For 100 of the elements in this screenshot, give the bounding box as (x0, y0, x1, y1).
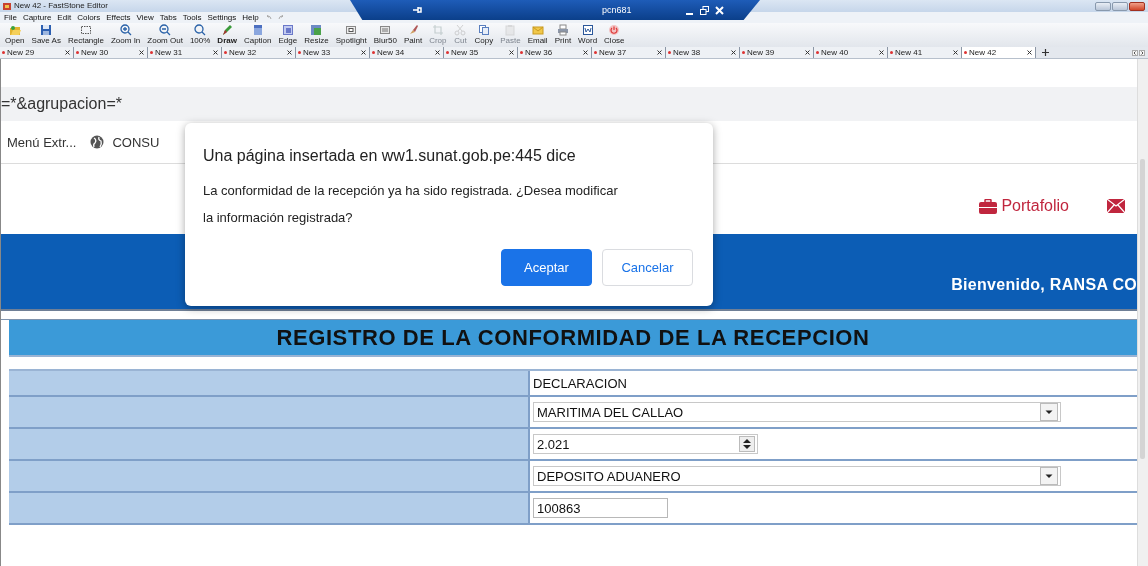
menu-item[interactable]: Effects (106, 12, 131, 23)
menu-item[interactable]: Tools (182, 12, 202, 23)
toolbar-button[interactable]: Zoom Out (145, 23, 185, 46)
briefcase-icon (979, 198, 998, 214)
toolbar-button[interactable]: Copy (472, 23, 496, 46)
tab[interactable]: New 42 (962, 47, 1036, 58)
modified-dot-icon (2, 51, 5, 54)
dialog-title: Una página insertada en ww1.sunat.gob.pe:445 dice (203, 147, 577, 165)
toolbar-button[interactable]: Word (576, 23, 600, 46)
tab[interactable]: New 29 (0, 47, 74, 58)
close-icon[interactable] (879, 50, 884, 55)
add-tab-icon[interactable] (1042, 49, 1049, 56)
close-icon[interactable] (953, 50, 958, 55)
menu-item[interactable]: Settings (207, 12, 237, 23)
close-icon[interactable] (509, 50, 514, 55)
modified-dot-icon (742, 51, 745, 54)
close-button[interactable] (1129, 1, 1145, 11)
toolbar-button[interactable]: 100% (187, 23, 213, 46)
window-title: New 42 - FastStone Editor (14, 0, 108, 12)
toolbar-button[interactable]: Open (3, 23, 27, 46)
envelope-icon[interactable] (1107, 199, 1125, 213)
tab[interactable]: New 35 (444, 47, 518, 58)
scrollbar[interactable] (1137, 59, 1148, 566)
spotlight-icon (345, 24, 358, 36)
close-icon[interactable] (583, 50, 588, 55)
modified-dot-icon (298, 51, 301, 54)
menu-item[interactable]: Help (242, 12, 259, 23)
dropdown[interactable]: MARITIMA DEL CALLAO (533, 402, 1061, 422)
toolbar-button[interactable]: Edge (276, 23, 300, 46)
close-icon[interactable] (65, 50, 70, 55)
printer-icon (556, 24, 569, 36)
tab[interactable]: New 34 (370, 47, 444, 58)
clipboard-icon (504, 24, 517, 36)
document-icon (581, 24, 594, 36)
tab[interactable]: New 40 (814, 47, 888, 58)
close-icon[interactable] (139, 50, 144, 55)
portfolio-link[interactable]: Portafolio (979, 197, 1069, 215)
dropdown[interactable]: DEPOSITO ADUANERO (533, 466, 1061, 486)
zoom-out-icon (159, 24, 172, 36)
scroll-right-icon[interactable] (1139, 49, 1145, 56)
pin-icon (412, 6, 422, 14)
tab[interactable]: New 33 (296, 47, 370, 58)
toolbar-button[interactable]: Rectangle (65, 23, 106, 46)
url-text[interactable]: =*&agrupacion=* (1, 95, 122, 113)
toolbar-button[interactable]: Paint (401, 23, 425, 46)
close-icon[interactable] (213, 50, 218, 55)
modified-dot-icon (76, 51, 79, 54)
modified-dot-icon (520, 51, 523, 54)
close-icon[interactable] (287, 50, 292, 55)
tab[interactable]: New 30 (74, 47, 148, 58)
app-icon (3, 2, 11, 10)
toolbar-button[interactable]: Caption (241, 23, 274, 46)
toolbar-button[interactable]: Spotlight (333, 23, 369, 46)
tab[interactable]: New 38 (666, 47, 740, 58)
modified-dot-icon (372, 51, 375, 54)
bookmark[interactable]: CONSU (90, 134, 160, 150)
toolbar-button[interactable]: Draw (215, 23, 239, 46)
folder-icon (8, 24, 21, 36)
dialog-message: La conformidad de la recepción ya ha sido registrada. ¿Desea modificar la información registrada? (203, 182, 619, 227)
menu-item[interactable]: Edit (57, 12, 72, 23)
menu-item[interactable]: File (4, 12, 17, 23)
bookmark[interactable]: Menú Extr... (7, 134, 77, 150)
close-icon[interactable] (657, 50, 662, 55)
menu-item[interactable]: Tabs (159, 12, 177, 23)
toolbar-button[interactable]: Print (552, 23, 574, 46)
toolbar-button[interactable]: Blur50 (371, 23, 399, 46)
tab[interactable]: New 39 (740, 47, 814, 58)
envelope-icon (531, 24, 544, 36)
copy-icon (477, 24, 490, 36)
scroll-left-icon[interactable] (1132, 49, 1138, 56)
close-icon[interactable] (1027, 50, 1032, 55)
modified-dot-icon (150, 51, 153, 54)
modified-dot-icon (890, 51, 893, 54)
input-field[interactable]: 100863 (533, 498, 668, 518)
close-icon[interactable] (435, 50, 440, 55)
menu-item[interactable]: View (136, 12, 154, 23)
restore-icon[interactable] (700, 5, 709, 15)
welcome-text: Bienvenido, RANSA CO (951, 276, 1137, 294)
menu-item[interactable]: Colors (77, 12, 101, 23)
toolbar-button[interactable]: Save As (29, 23, 63, 46)
tab[interactable]: New 31 (148, 47, 222, 58)
cancel-button[interactable]: Cancelar (602, 249, 693, 286)
toolbar-button[interactable]: Resize (302, 23, 331, 46)
toolbar-button[interactable]: Close (602, 23, 627, 46)
number-field[interactable]: 2.021 (533, 434, 758, 454)
close-icon[interactable] (805, 50, 810, 55)
tab[interactable]: New 36 (518, 47, 592, 58)
menu-item[interactable]: Capture (22, 12, 52, 23)
tab[interactable]: New 41 (888, 47, 962, 58)
close-icon[interactable] (731, 50, 736, 55)
zoom-in-icon (119, 24, 132, 36)
tab[interactable]: New 32 (222, 47, 296, 58)
accept-button[interactable]: Aceptar (501, 249, 592, 286)
toolbar-button[interactable]: Zoom In (108, 23, 143, 46)
spinner-arrows-icon (739, 436, 755, 452)
modified-dot-icon (816, 51, 819, 54)
tab[interactable]: New 37 (592, 47, 666, 58)
brush-icon (407, 24, 419, 36)
close-icon[interactable] (361, 50, 366, 55)
toolbar-button[interactable]: Email (525, 23, 550, 46)
